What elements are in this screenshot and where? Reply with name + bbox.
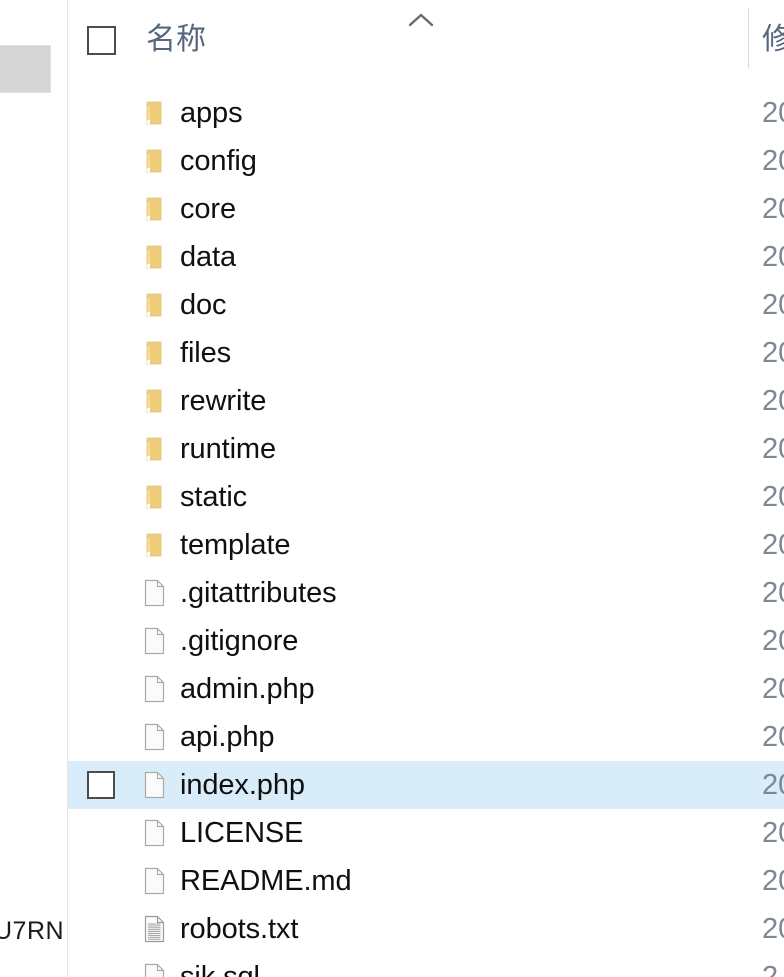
file-name-label: api.php <box>180 721 275 753</box>
file-date-modified: 20 <box>762 97 784 129</box>
file-row[interactable]: rewrite 20 <box>68 377 784 425</box>
file-row[interactable]: admin.php 20 <box>68 665 784 713</box>
file-row[interactable]: .gitignore 20 <box>68 617 784 665</box>
file-name-label: README.md <box>180 865 352 897</box>
file-name-label: .gitignore <box>180 625 299 657</box>
file-date-modified: 20 <box>762 529 784 561</box>
file-row[interactable]: doc 20 <box>68 281 784 329</box>
file-name-label: config <box>180 145 257 177</box>
file-name-label: index.php <box>180 769 305 801</box>
file-date-modified: 2 <box>762 961 779 977</box>
file-date-modified: 20 <box>762 625 784 657</box>
file-date-modified: 20 <box>762 241 784 273</box>
folder-icon <box>138 289 170 321</box>
file-date-modified: 20 <box>762 193 784 225</box>
file-icon <box>138 769 170 801</box>
file-icon <box>138 865 170 897</box>
file-date-modified: 20 <box>762 481 784 513</box>
file-row[interactable]: apps 20 <box>68 89 784 137</box>
file-row[interactable]: api.php 20 <box>68 713 784 761</box>
file-date-modified: 20 <box>762 577 784 609</box>
folder-icon <box>138 433 170 465</box>
file-name-label: sik.sql <box>180 961 260 977</box>
file-icon <box>138 817 170 849</box>
file-date-modified: 20 <box>762 385 784 417</box>
nav-drive-label: U7RN <box>0 917 65 945</box>
file-explorer-list-view: U7RN 名称 修 apps20config20core20data20doc2… <box>0 0 784 977</box>
folder-icon <box>138 481 170 513</box>
file-row[interactable]: robots.txt 20 <box>68 905 784 953</box>
file-date-modified: 20 <box>762 721 784 753</box>
folder-icon <box>138 529 170 561</box>
file-row[interactable]: core 20 <box>68 185 784 233</box>
file-name-label: rewrite <box>180 385 267 417</box>
file-date-modified: 20 <box>762 769 784 801</box>
file-name-label: static <box>180 481 248 513</box>
file-row[interactable]: .gitattributes 20 <box>68 569 784 617</box>
file-row-container: apps20config20core20data20doc20files20re… <box>68 0 784 977</box>
file-name-label: data <box>180 241 237 273</box>
file-date-modified: 20 <box>762 673 784 705</box>
file-icon <box>138 721 170 753</box>
file-icon <box>138 961 170 977</box>
file-name-label: doc <box>180 289 227 321</box>
file-date-modified: 20 <box>762 817 784 849</box>
file-icon <box>138 673 170 705</box>
file-row[interactable]: runtime 20 <box>68 425 784 473</box>
folder-icon <box>138 193 170 225</box>
file-name-label: admin.php <box>180 673 315 705</box>
nav-selected-item[interactable] <box>0 45 51 93</box>
folder-icon <box>138 385 170 417</box>
file-name-label: robots.txt <box>180 913 299 945</box>
file-name-label: template <box>180 529 291 561</box>
file-date-modified: 20 <box>762 913 784 945</box>
file-name-label: apps <box>180 97 243 129</box>
file-row[interactable]: LICENSE 20 <box>68 809 784 857</box>
file-name-label: core <box>180 193 237 225</box>
file-row[interactable]: config 20 <box>68 137 784 185</box>
file-row[interactable]: files 20 <box>68 329 784 377</box>
file-row[interactable]: static 20 <box>68 473 784 521</box>
folder-icon <box>138 97 170 129</box>
file-icon <box>138 625 170 657</box>
file-row[interactable]: sik.sql 2 <box>68 953 784 977</box>
folder-icon <box>138 241 170 273</box>
file-icon <box>138 577 170 609</box>
file-row[interactable]: README.md 20 <box>68 857 784 905</box>
file-date-modified: 20 <box>762 337 784 369</box>
file-row[interactable]: template 20 <box>68 521 784 569</box>
text-file-icon <box>138 913 170 945</box>
file-date-modified: 20 <box>762 865 784 897</box>
file-date-modified: 20 <box>762 433 784 465</box>
row-select-checkbox[interactable] <box>87 771 115 799</box>
file-name-label: .gitattributes <box>180 577 337 609</box>
file-row[interactable]: index.php 20 <box>68 761 784 809</box>
file-date-modified: 20 <box>762 145 784 177</box>
navigation-pane: U7RN <box>0 0 68 977</box>
folder-icon <box>138 145 170 177</box>
file-date-modified: 20 <box>762 289 784 321</box>
file-name-label: LICENSE <box>180 817 304 849</box>
file-list-area: 名称 修 apps20config20core20data20doc20file… <box>68 0 784 977</box>
folder-icon <box>138 337 170 369</box>
file-row[interactable]: data 20 <box>68 233 784 281</box>
file-name-label: runtime <box>180 433 276 465</box>
file-name-label: files <box>180 337 232 369</box>
